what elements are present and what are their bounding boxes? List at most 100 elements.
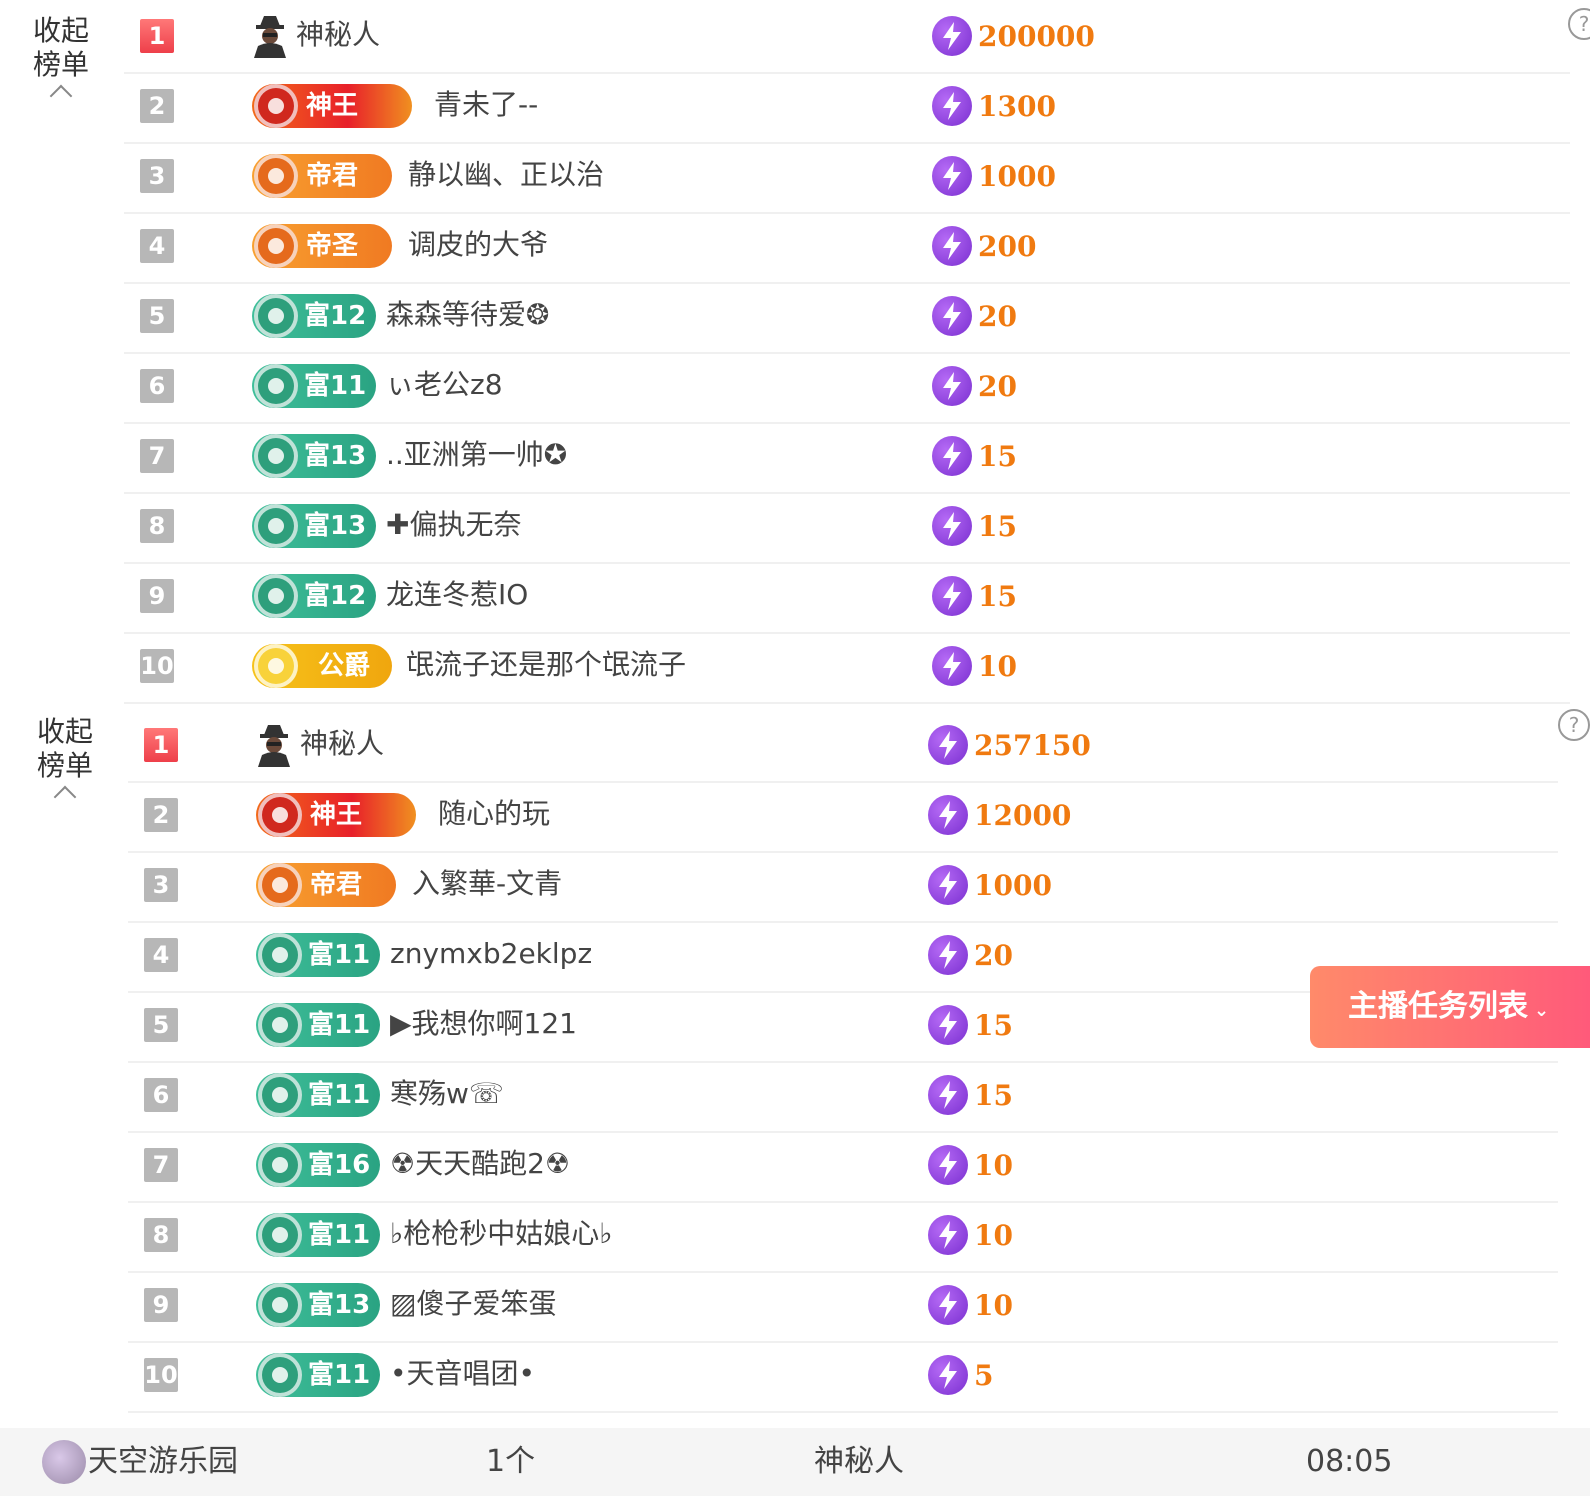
streamer-task-list-button[interactable]: 主播任务列表 ⌄: [1310, 966, 1590, 1048]
lightning-icon: [928, 1285, 968, 1325]
level-badge-label: 富11: [308, 940, 371, 970]
leaderboard-row[interactable]: 7 富13 ..亚洲第一帅✪ 15: [124, 422, 1570, 494]
room-avatar[interactable]: [42, 1440, 86, 1484]
level-badge-label: 神王: [310, 800, 363, 830]
lightning-icon: [932, 296, 972, 336]
level-emblem-icon: [258, 1213, 302, 1257]
footer-user-name[interactable]: 神秘人: [814, 1428, 904, 1496]
leaderboard-row[interactable]: 4 帝圣 调皮的大爷 200: [124, 212, 1570, 284]
user-name[interactable]: ♭枪枪秒中姑娘心♭: [390, 1201, 612, 1267]
leaderboard-row[interactable]: 9 富12 龙连冬惹IO 15: [124, 562, 1570, 634]
user-name[interactable]: ..亚洲第一帅✪: [386, 422, 567, 488]
user-name[interactable]: 入繁華-文青: [412, 851, 562, 917]
user-name[interactable]: ▶我想你啊121: [390, 991, 577, 1057]
score-value: 15: [974, 1009, 1013, 1042]
level-badge: 富12: [252, 294, 376, 338]
user-name[interactable]: ☢天天酷跑2☢: [390, 1131, 570, 1197]
user-name[interactable]: 氓流子还是那个氓流子: [406, 632, 686, 698]
score-value: 5: [974, 1359, 994, 1392]
leaderboard-row[interactable]: 2 神王 青未了-- 1300: [124, 72, 1570, 144]
level-badge: 富13: [252, 434, 376, 478]
user-name[interactable]: ✚偏执无奈: [386, 492, 521, 558]
user-name[interactable]: 神秘人: [296, 2, 380, 68]
lightning-icon: [932, 436, 972, 476]
user-name[interactable]: ▨傻子爱笨蛋: [390, 1271, 556, 1337]
rank-number: 5: [144, 1008, 178, 1042]
level-badge: 帝君: [256, 863, 396, 907]
level-emblem-icon: [254, 294, 298, 338]
level-badge-label: 富12: [304, 581, 367, 611]
lightning-icon: [928, 1145, 968, 1185]
leaderboard-row[interactable]: 10 富11 •天音唱团• 5: [128, 1341, 1558, 1413]
leaderboard-row[interactable]: 1 神秘人 200000: [124, 2, 1570, 74]
level-emblem-icon: [258, 1073, 302, 1117]
score-value: 200000: [978, 20, 1095, 53]
score-value: 15: [978, 510, 1017, 543]
user-name[interactable]: 龙连冬惹IO: [386, 562, 528, 628]
item-count: 1个: [486, 1444, 536, 1479]
leaderboard-row[interactable]: 8 富11 ♭枪枪秒中姑娘心♭ 10: [128, 1201, 1558, 1273]
score-value: 15: [978, 440, 1017, 473]
level-badge-label: 富11: [308, 1010, 371, 1040]
rank-number: 2: [140, 89, 174, 123]
lightning-icon: [932, 366, 972, 406]
collapse-board-label: 收起榜单: [32, 14, 89, 81]
user-name[interactable]: znymxb2eklpz: [390, 921, 592, 987]
rank-number: 1: [144, 728, 178, 762]
question-circle-icon[interactable]: ?: [1558, 709, 1590, 741]
level-badge: 富11: [256, 1213, 380, 1257]
leaderboard-row[interactable]: 6 富11 寒殇w☏ 15: [128, 1061, 1558, 1133]
level-badge: 富16: [256, 1143, 380, 1187]
level-badge-label: 富16: [308, 1150, 371, 1180]
user-name[interactable]: •天音唱团•: [390, 1341, 535, 1407]
question-circle-icon[interactable]: ?: [1568, 8, 1590, 40]
rank-number: 1: [140, 19, 174, 53]
user-name[interactable]: 森森等待爱❂: [386, 282, 549, 348]
leaderboard-row[interactable]: 6 富11 ぃ老公z8 20: [124, 352, 1570, 424]
leaderboard-row[interactable]: 10 公爵 氓流子还是那个氓流子 10: [124, 632, 1570, 704]
rank-number: 5: [140, 299, 174, 333]
level-emblem-icon: [254, 224, 298, 268]
room-name[interactable]: 天空游乐园: [88, 1428, 238, 1496]
score-value: 20: [974, 939, 1013, 972]
leaderboard-row[interactable]: 7 富16 ☢天天酷跑2☢ 10: [128, 1131, 1558, 1203]
user-name[interactable]: 随心的玩: [438, 781, 550, 847]
leaderboard-row[interactable]: 3 帝君 入繁華-文青 1000: [128, 851, 1558, 923]
level-emblem-icon: [258, 1143, 302, 1187]
user-name[interactable]: ぃ老公z8: [386, 352, 503, 418]
collapse-board-button[interactable]: 收起榜单: [30, 14, 92, 108]
lightning-icon: [928, 1005, 968, 1045]
score-value: 1000: [974, 869, 1052, 902]
rank-number: 3: [144, 868, 178, 902]
score-value: 15: [978, 580, 1017, 613]
rank-number: 10: [140, 649, 174, 683]
leaderboard-row[interactable]: 3 帝君 静以幽、正以治 1000: [124, 142, 1570, 214]
collapse-board-button[interactable]: 收起榜单: [34, 715, 96, 809]
lightning-icon: [928, 1075, 968, 1115]
lightning-icon: [928, 795, 968, 835]
lightning-icon: [932, 226, 972, 266]
user-name[interactable]: 神秘人: [300, 711, 384, 777]
level-badge-label: 帝圣: [306, 231, 359, 261]
user-name[interactable]: 寒殇w☏: [390, 1061, 504, 1127]
leaderboard-row[interactable]: 1 神秘人 257150: [128, 711, 1558, 783]
user-name[interactable]: 青未了--: [434, 72, 538, 138]
user-name[interactable]: 静以幽、正以治: [408, 142, 604, 208]
leaderboard-row[interactable]: 8 富13 ✚偏执无奈 15: [124, 492, 1570, 564]
leaderboard-row[interactable]: 2 神王 随心的玩 12000: [128, 781, 1558, 853]
user-name[interactable]: 调皮的大爷: [408, 212, 548, 278]
lightning-icon: [928, 1215, 968, 1255]
level-badge-label: 神王: [306, 91, 359, 121]
leaderboard-row[interactable]: 9 富13 ▨傻子爱笨蛋 10: [128, 1271, 1558, 1343]
lightning-icon: [928, 865, 968, 905]
level-emblem-icon: [258, 863, 302, 907]
score-value: 20: [978, 300, 1017, 333]
leaderboard-row[interactable]: 5 富12 森森等待爱❂ 20: [124, 282, 1570, 354]
level-emblem-icon: [254, 434, 298, 478]
rank-number: 8: [144, 1218, 178, 1252]
score-value: 20: [978, 370, 1017, 403]
rank-number: 6: [140, 369, 174, 403]
level-badge: 富11: [252, 364, 376, 408]
mystery-user-icon: [258, 725, 290, 767]
chevron-up-icon: [49, 84, 73, 108]
